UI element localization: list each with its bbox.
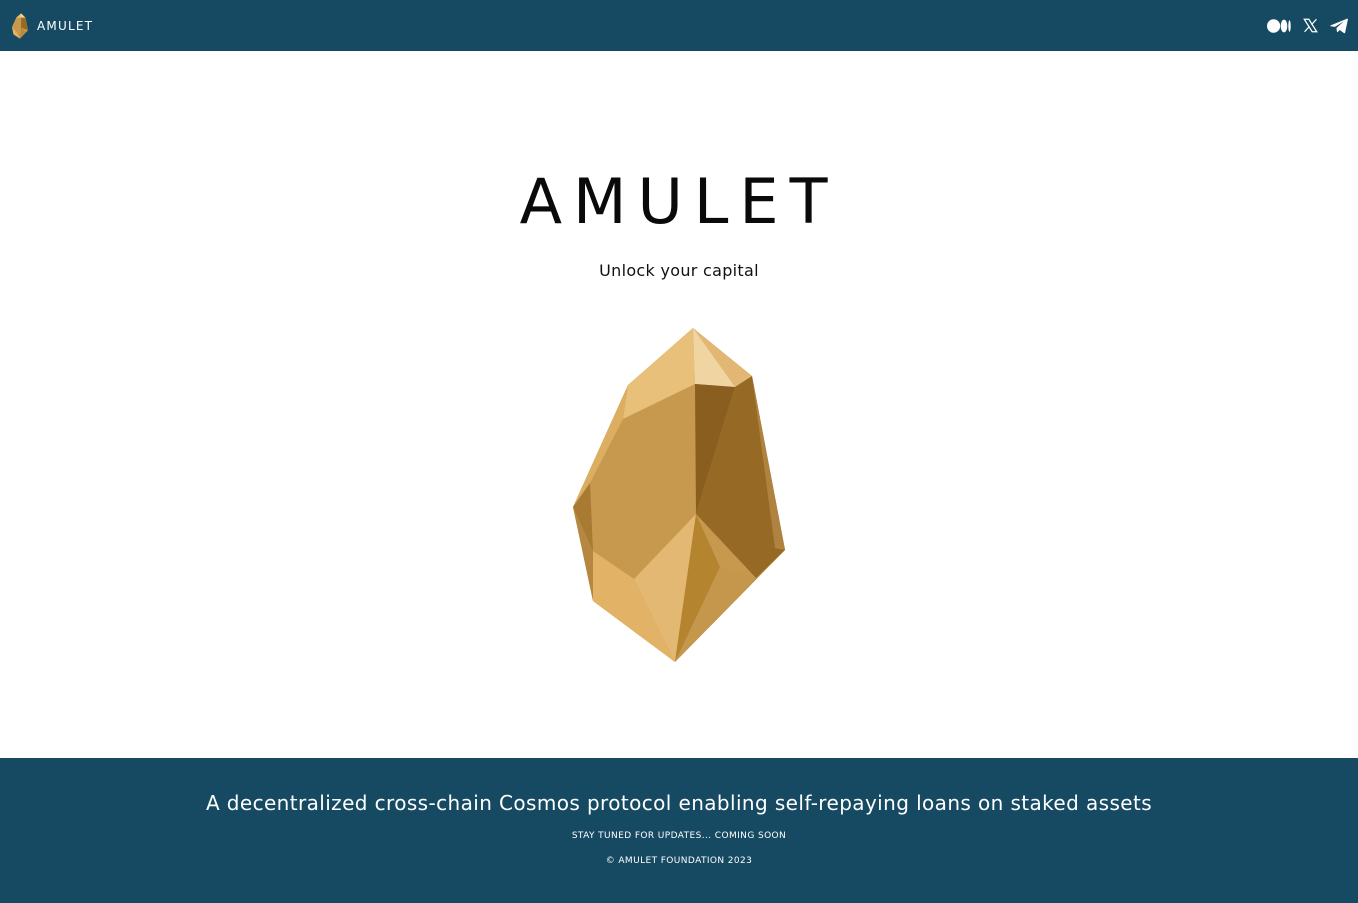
footer: A decentralized cross-chain Cosmos proto… [0,758,1358,903]
telegram-icon [1330,18,1348,33]
medium-icon [1267,18,1291,33]
top-navbar: AMULET [0,0,1358,51]
coming-soon-notice: STAY TUNED FOR UPDATES... COMING SOON [571,831,787,841]
brand-name: AMULET [37,18,94,33]
medium-link[interactable] [1267,16,1291,36]
amulet-logo-icon [12,12,28,39]
footer-tagline: A decentralized cross-chain Cosmos proto… [205,791,1153,815]
social-links [1267,16,1348,36]
amulet-gem-illustration [573,328,785,662]
hero-section: AMULET Unlock your capital [0,51,1358,758]
hero-subtitle: Unlock your capital [599,261,759,280]
copyright-text: © AMULET FOUNDATION 2023 [605,856,753,866]
hero-title: AMULET [519,165,839,238]
x-icon [1303,18,1318,33]
x-link[interactable] [1303,16,1318,36]
brand-home-link[interactable]: AMULET [12,12,93,40]
telegram-link[interactable] [1330,16,1348,36]
